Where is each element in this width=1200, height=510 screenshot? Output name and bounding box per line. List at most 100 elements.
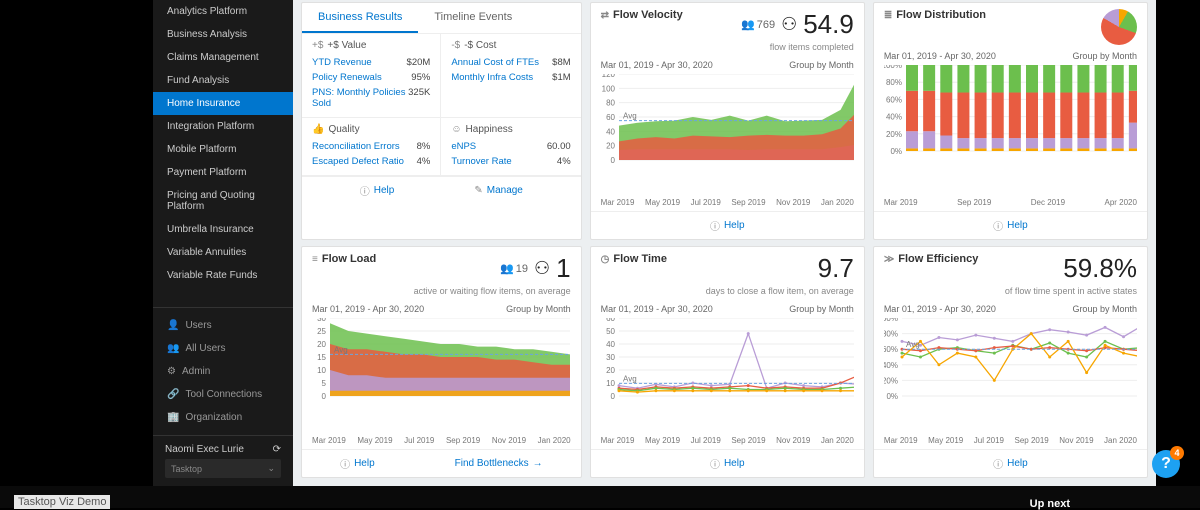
help-link[interactable]: ⓘHelp — [360, 183, 395, 198]
metric-label[interactable]: eNPS — [451, 141, 476, 152]
sidebar-item-claims-management[interactable]: Claims Management — [153, 46, 293, 69]
x-tick: Jul 2019 — [691, 198, 721, 207]
metric-label[interactable]: Turnover Rate — [451, 156, 511, 167]
group-by[interactable]: Group by Month — [789, 304, 854, 314]
sidebar-item-payment-platform[interactable]: Payment Platform — [153, 161, 293, 184]
metric-label[interactable]: Policy Renewals — [312, 72, 382, 83]
question-icon: ? — [1161, 455, 1171, 473]
x-tick: May 2019 — [645, 198, 680, 207]
metric-value: $20M — [407, 57, 431, 68]
x-tick: May 2019 — [645, 436, 680, 445]
sidebar-admin-tool-connections[interactable]: 🔗Tool Connections — [153, 383, 293, 406]
sidebar-item-analytics-platform[interactable]: Analytics Platform — [153, 0, 293, 23]
video-bottom-bar — [0, 486, 1200, 508]
metric-label[interactable]: Annual Cost of FTEs — [451, 57, 539, 68]
sidebar-item-business-analysis[interactable]: Business Analysis — [153, 23, 293, 46]
help-link[interactable]: ⓘHelp — [993, 456, 1028, 471]
date-range: Mar 01, 2019 - Apr 30, 2020 — [884, 304, 996, 314]
metric-value: 4% — [557, 156, 571, 167]
metric-value: 8% — [417, 141, 431, 152]
x-tick: May 2019 — [357, 436, 392, 445]
metric-value: 95% — [411, 72, 430, 83]
svg-text:20%: 20% — [884, 376, 898, 385]
metric-label[interactable]: Monthly Infra Costs — [451, 72, 533, 83]
manage-link[interactable]: ✎Manage — [474, 183, 523, 198]
metric-value: 325K — [408, 87, 430, 109]
x-tick: Nov 2019 — [776, 436, 810, 445]
flow-load-title: Flow Load — [322, 253, 376, 265]
help-icon: ⓘ — [340, 456, 350, 471]
happiness-title: Happiness — [466, 124, 513, 135]
metric-label[interactable]: YTD Revenue — [312, 57, 372, 68]
group-by[interactable]: Group by Month — [506, 304, 571, 314]
help-link[interactable]: ⓘHelp — [993, 218, 1028, 233]
x-tick: Apr 2020 — [1104, 198, 1136, 207]
tab-business-results[interactable]: Business Results — [302, 3, 418, 33]
br-tabs: Business ResultsTimeline Events — [302, 3, 581, 34]
help-icon: ⓘ — [993, 218, 1003, 233]
x-tick: Nov 2019 — [1059, 436, 1093, 445]
sidebar-admin-admin[interactable]: ⚙Admin — [153, 360, 293, 383]
load-icon: ≡ — [312, 254, 318, 265]
svg-text:20: 20 — [606, 142, 615, 151]
help-link[interactable]: ⓘHelp — [710, 218, 745, 233]
metric-row: Reconciliation Errors 8% — [312, 139, 430, 154]
sidebar-admin-users[interactable]: 👤Users — [153, 314, 293, 337]
metric-label[interactable]: Reconciliation Errors — [312, 141, 400, 152]
sidebar-item-variable-rate-funds[interactable]: Variable Rate Funds — [153, 264, 293, 287]
sidebar-admin-all-users[interactable]: 👥All Users — [153, 337, 293, 360]
nav-icon: 👥 — [167, 343, 179, 354]
time-sub: days to close a flow item, on average — [591, 286, 864, 300]
x-tick: Mar 2019 — [312, 436, 346, 445]
help-icon: ⓘ — [710, 218, 720, 233]
sidebar-item-fund-analysis[interactable]: Fund Analysis — [153, 69, 293, 92]
help-link[interactable]: ⓘHelp — [340, 456, 375, 471]
org-selector[interactable]: Tasktop ⌄ — [165, 459, 281, 478]
metric-label[interactable]: Escaped Defect Ratio — [312, 156, 404, 167]
svg-text:60: 60 — [606, 318, 615, 323]
metric-label[interactable]: PNS: Monthly Policies Sold — [312, 87, 408, 109]
x-tick: Sep 2019 — [1015, 436, 1049, 445]
help-link[interactable]: ⓘHelp — [710, 456, 745, 471]
br-footer: ⓘHelp ✎Manage — [302, 176, 581, 204]
org-name: Tasktop — [171, 464, 202, 474]
time-metric: 9.7 — [818, 253, 854, 284]
sidebar-admin-organization[interactable]: 🏢Organization — [153, 406, 293, 429]
x-tick: Jan 2020 — [538, 436, 571, 445]
time-chart: 0102030405060Avg — [591, 318, 864, 436]
smile-icon: ☺ — [451, 124, 461, 135]
refresh-icon[interactable]: ⟳ — [273, 444, 281, 455]
group-by[interactable]: Group by Month — [1072, 51, 1137, 61]
svg-text:25: 25 — [317, 327, 326, 336]
card-flow-distribution: ≣Flow Distribution Mar 01, 2019 - Apr 30… — [873, 2, 1148, 240]
nav-icon: 🏢 — [167, 412, 179, 423]
sidebar-item-pricing-and-quoting-platform[interactable]: Pricing and Quoting Platform — [153, 184, 293, 218]
distribution-pie — [1101, 9, 1137, 45]
sidebar-item-integration-platform[interactable]: Integration Platform — [153, 115, 293, 138]
svg-text:60: 60 — [606, 113, 615, 122]
sidebar-item-variable-annuities[interactable]: Variable Annuities — [153, 241, 293, 264]
help-icon: ⓘ — [993, 456, 1003, 471]
nav-icon: ⚙ — [167, 366, 176, 377]
card-flow-velocity: ⇄Flow Velocity 👥769 ⚇ 54.9 flow items co… — [590, 2, 865, 240]
find-bottlenecks-link[interactable]: Find Bottlenecks→ — [455, 456, 543, 471]
thumbs-up-icon: 👍 — [312, 124, 324, 135]
metric-row: Annual Cost of FTEs$8M — [451, 55, 570, 70]
nav-icon: 🔗 — [167, 389, 179, 400]
group-by[interactable]: Group by Month — [1072, 304, 1137, 314]
nav-icon: 👤 — [167, 320, 179, 331]
chevron-down-icon: ⌄ — [267, 463, 275, 474]
tab-timeline-events[interactable]: Timeline Events — [418, 3, 528, 33]
svg-text:Avg: Avg — [623, 374, 637, 383]
people-icon: 👥 — [500, 262, 514, 275]
svg-text:80%: 80% — [886, 78, 902, 87]
sidebar-item-umbrella-insurance[interactable]: Umbrella Insurance — [153, 218, 293, 241]
load-chart: 051015202530Avg — [302, 318, 581, 436]
metric-row: Policy Renewals 95% — [312, 70, 430, 85]
svg-text:0: 0 — [610, 392, 615, 400]
sidebar-item-mobile-platform[interactable]: Mobile Platform — [153, 138, 293, 161]
efficiency-icon: ≫ — [884, 254, 894, 265]
help-badge[interactable]: ? 4 — [1152, 450, 1180, 478]
group-by[interactable]: Group by Month — [789, 60, 854, 70]
sidebar-item-home-insurance[interactable]: Home Insurance — [153, 92, 293, 115]
